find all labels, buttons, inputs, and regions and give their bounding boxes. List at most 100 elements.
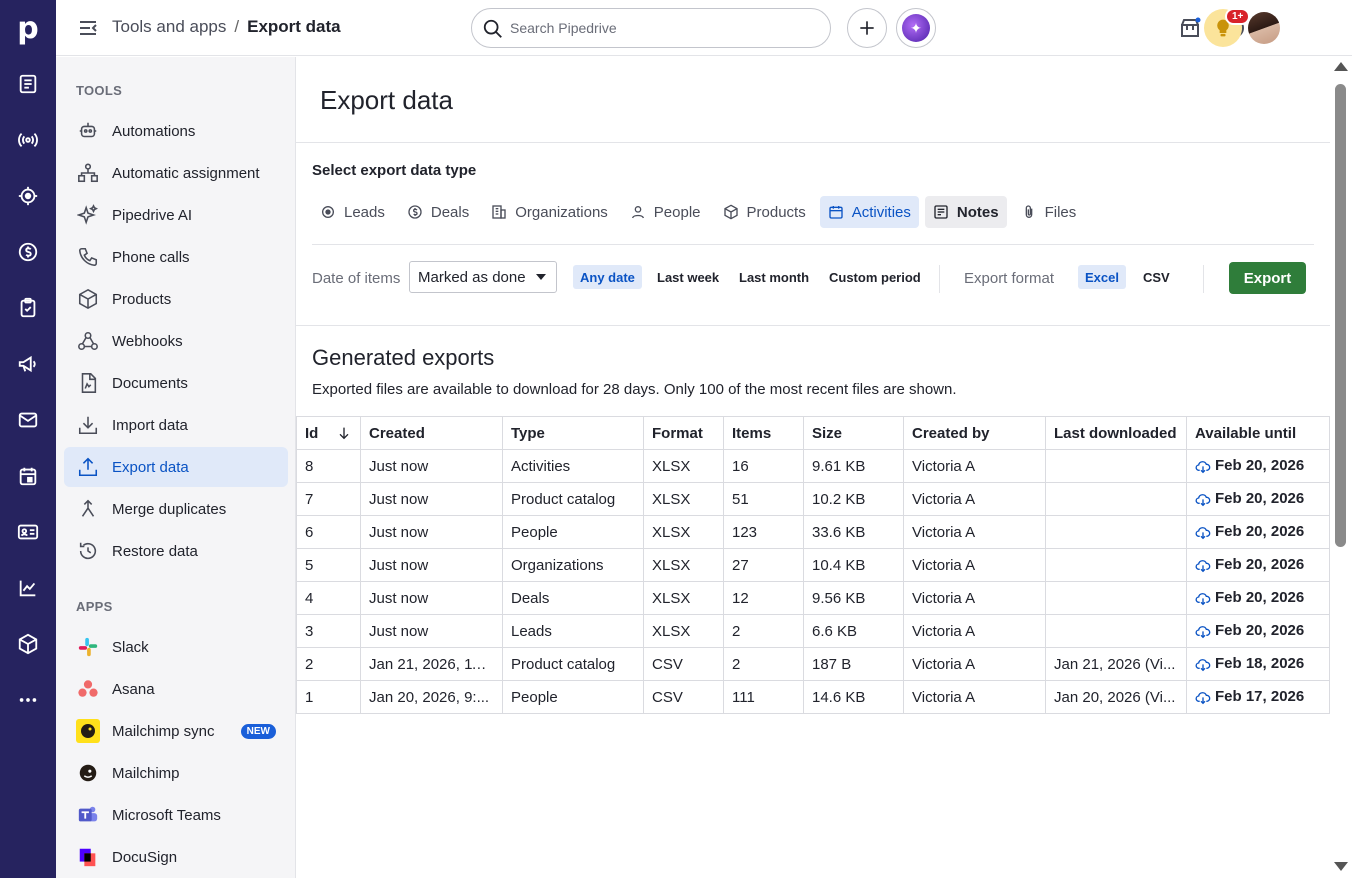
chart-icon[interactable] xyxy=(14,574,42,602)
sidebar-item-automations[interactable]: Automations xyxy=(64,111,288,151)
sidebar-item-export-data[interactable]: Export data xyxy=(64,447,288,487)
type-files[interactable]: Files xyxy=(1013,196,1085,228)
table-row[interactable]: 5 Just now Organizations XLSX 27 10.4 KB Victo… xyxy=(296,548,1330,582)
target-icon[interactable] xyxy=(14,182,42,210)
download-cloud-icon[interactable] xyxy=(1195,492,1211,508)
deals-list-icon[interactable] xyxy=(14,70,42,98)
download-cloud-icon[interactable] xyxy=(1195,690,1211,706)
table-cell[interactable]: Feb 20, 2026 xyxy=(1186,614,1330,648)
sidebar-item-webhooks[interactable]: Webhooks xyxy=(64,321,288,361)
clipboard-icon[interactable] xyxy=(14,294,42,322)
table-row[interactable]: 6 Just now People XLSX 123 33.6 KB Victoria A F… xyxy=(296,515,1330,549)
scrollbar[interactable] xyxy=(1330,57,1352,878)
type-deals[interactable]: Deals xyxy=(399,196,477,228)
column-header-type[interactable]: Type xyxy=(502,416,644,450)
sidebar-item-asana[interactable]: Asana xyxy=(64,669,288,709)
date-field-value: Marked as done xyxy=(418,268,526,286)
dollar-icon[interactable] xyxy=(14,238,42,266)
table-cell: 4 xyxy=(296,581,361,615)
pipedrive-logo[interactable]: p xyxy=(0,0,56,56)
sidebar-item-automatic-assignment[interactable]: Automatic assignment xyxy=(64,153,288,193)
type-people[interactable]: People xyxy=(622,196,709,228)
scroll-thumb[interactable] xyxy=(1335,84,1346,547)
sidebar-item-mailchimp-sync[interactable]: Mailchimp sync NEW xyxy=(64,711,288,751)
sidebar-item-products[interactable]: Products xyxy=(64,279,288,319)
format-excel[interactable]: Excel xyxy=(1078,265,1126,289)
column-header-created-by[interactable]: Created by xyxy=(903,416,1046,450)
table-cell[interactable]: Feb 17, 2026 xyxy=(1186,680,1330,714)
scroll-up-arrow-icon[interactable] xyxy=(1334,62,1348,71)
cube-icon[interactable] xyxy=(14,630,42,658)
sidebar-item-mailchimp[interactable]: Mailchimp xyxy=(64,753,288,793)
download-cloud-icon[interactable] xyxy=(1195,624,1211,640)
avatar[interactable] xyxy=(1248,12,1280,44)
contacts-card-icon[interactable] xyxy=(14,518,42,546)
column-header-created[interactable]: Created xyxy=(360,416,503,450)
export-button[interactable]: Export xyxy=(1229,262,1306,294)
download-cloud-icon[interactable] xyxy=(1195,459,1211,475)
sidebar-item-label: Phone calls xyxy=(112,248,190,266)
sidebar-item-documents[interactable]: Documents xyxy=(64,363,288,403)
marketplace-icon[interactable] xyxy=(1176,14,1204,42)
sort-down-icon[interactable] xyxy=(336,425,352,441)
more-icon[interactable] xyxy=(14,686,42,714)
table-cell[interactable]: Feb 20, 2026 xyxy=(1186,482,1330,516)
table-row[interactable]: 2 Jan 21, 2026, 11:... Product catalog CSV 2… xyxy=(296,647,1330,681)
table-row[interactable]: 8 Just now Activities XLSX 16 9.61 KB Victoria… xyxy=(296,449,1330,483)
table-cell[interactable]: Feb 18, 2026 xyxy=(1186,647,1330,681)
table-cell[interactable]: Feb 20, 2026 xyxy=(1186,548,1330,582)
type-organizations[interactable]: Organizations xyxy=(483,196,616,228)
format-csv[interactable]: CSV xyxy=(1136,265,1177,289)
column-header-size[interactable]: Size xyxy=(803,416,904,450)
ai-assistant-button[interactable]: ✦ xyxy=(896,8,936,48)
calendar-icon[interactable] xyxy=(14,462,42,490)
date-any-date[interactable]: Any date xyxy=(573,265,642,289)
sidebar-item-label: Slack xyxy=(112,638,149,656)
search-box[interactable] xyxy=(471,8,831,48)
sidebar-item-docusign[interactable]: DocuSign xyxy=(64,837,288,877)
breadcrumb-parent[interactable]: Tools and apps xyxy=(112,17,226,37)
sparkle-icon xyxy=(76,203,100,227)
type-leads[interactable]: Leads xyxy=(312,196,393,228)
table-cell[interactable]: Feb 20, 2026 xyxy=(1186,581,1330,615)
download-cloud-icon[interactable] xyxy=(1195,525,1211,541)
sidebar-item-restore-data[interactable]: Restore data xyxy=(64,531,288,571)
sidebar-item-microsoft-teams[interactable]: Microsoft Teams xyxy=(64,795,288,835)
type-products[interactable]: Products xyxy=(715,196,814,228)
menu-collapse-icon[interactable] xyxy=(76,16,100,40)
table-cell[interactable]: Feb 20, 2026 xyxy=(1186,449,1330,483)
download-cloud-icon[interactable] xyxy=(1195,657,1211,673)
column-header-last-downloaded[interactable]: Last downloaded xyxy=(1045,416,1187,450)
table-cell: 187 B xyxy=(803,647,904,681)
sidebar-item-phone-calls[interactable]: Phone calls xyxy=(64,237,288,277)
date-custom-period[interactable]: Custom period xyxy=(822,265,928,289)
sidebar-item-slack[interactable]: Slack xyxy=(64,627,288,667)
download-cloud-icon[interactable] xyxy=(1195,558,1211,574)
type-activities[interactable]: Activities xyxy=(819,196,919,228)
column-header-items[interactable]: Items xyxy=(723,416,804,450)
sidebar-item-merge-duplicates[interactable]: Merge duplicates xyxy=(64,489,288,529)
broadcast-icon[interactable] xyxy=(14,126,42,154)
scroll-down-arrow-icon[interactable] xyxy=(1334,862,1348,871)
sidebar-item-import-data[interactable]: Import data xyxy=(64,405,288,445)
download-cloud-icon[interactable] xyxy=(1195,591,1211,607)
sidebar-item-pipedrive-ai[interactable]: Pipedrive AI xyxy=(64,195,288,235)
table-cell: 27 xyxy=(723,548,804,582)
table-row[interactable]: 3 Just now Leads XLSX 2 6.6 KB Victoria A Feb 2… xyxy=(296,614,1330,648)
search-input[interactable] xyxy=(510,20,810,36)
date-field-select[interactable]: Marked as done xyxy=(409,261,557,293)
quick-add-button[interactable] xyxy=(847,8,887,48)
megaphone-icon[interactable] xyxy=(14,350,42,378)
table-row[interactable]: 7 Just now Product catalog XLSX 51 10.2 KB Vic… xyxy=(296,482,1330,516)
table-row[interactable]: 4 Just now Deals XLSX 12 9.56 KB Victoria A Feb… xyxy=(296,581,1330,615)
mail-icon[interactable] xyxy=(14,406,42,434)
table-cell[interactable]: Feb 20, 2026 xyxy=(1186,515,1330,549)
column-header-available-until[interactable]: Available until xyxy=(1186,416,1330,450)
date-last-month[interactable]: Last month xyxy=(732,265,816,289)
column-header-id[interactable]: Id xyxy=(296,416,361,450)
table-row[interactable]: 1 Jan 20, 2026, 9:... People CSV 111 14.6 KB V… xyxy=(296,680,1330,714)
column-header-format[interactable]: Format xyxy=(643,416,724,450)
date-last-week[interactable]: Last week xyxy=(650,265,726,289)
type-notes[interactable]: Notes xyxy=(924,196,1007,228)
export-type-label: Select export data type xyxy=(312,162,477,179)
